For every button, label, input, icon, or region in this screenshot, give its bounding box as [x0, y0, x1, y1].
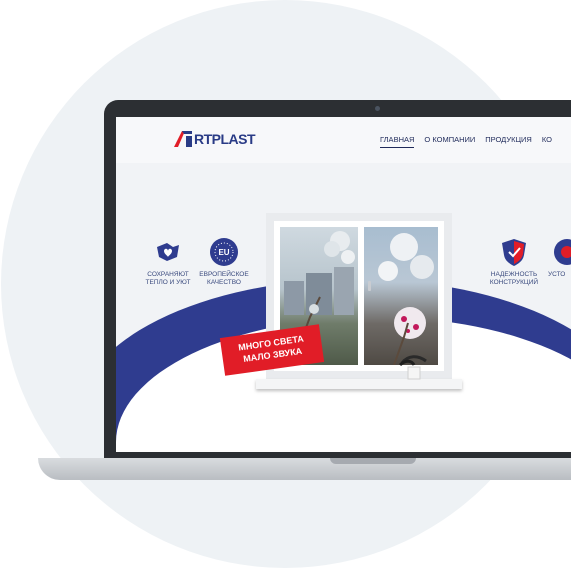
- eu-icon: EU: [209, 237, 239, 267]
- laptop-base: [38, 458, 571, 480]
- logo-text: RTPLAST: [194, 131, 256, 147]
- feature-eu-line2: КАЧЕСТВО: [207, 279, 241, 286]
- site-header: RTPLAST ГЛАВНАЯ О КОМПАНИИ ПРОДУКЦИЯ КО: [116, 117, 571, 163]
- nav-item-partial[interactable]: КО: [542, 135, 552, 148]
- window-mullion: [358, 227, 364, 365]
- feature-reliability: НАДЕЖНОСТЬ КОНСТРУКЦИЙ: [484, 237, 544, 287]
- window-handle-icon[interactable]: [368, 281, 371, 291]
- feature-reliability-line1: НАДЕЖНОСТЬ: [490, 271, 538, 278]
- feature-partial: УСТО: [548, 237, 571, 279]
- laptop-base-notch: [330, 458, 416, 464]
- feature-eu-quality: EU ЕВРОПЕЙСКОЕ КАЧЕСТВО: [194, 237, 254, 287]
- camera-icon: [375, 106, 380, 111]
- nav-item-about[interactable]: О КОМПАНИИ: [424, 135, 475, 148]
- laptop-lid: RTPLAST ГЛАВНАЯ О КОМПАНИИ ПРОДУКЦИЯ КО …: [104, 100, 571, 460]
- laptop-screen: RTPLAST ГЛАВНАЯ О КОМПАНИИ ПРОДУКЦИЯ КО …: [116, 117, 571, 452]
- feature-warmth-line2: ТЕПЛО И УЮТ: [145, 279, 191, 286]
- feature-warmth-line1: СОХРАНЯЮТ: [147, 271, 189, 278]
- logo-mark-icon: [172, 131, 194, 147]
- svg-text:EU: EU: [218, 248, 229, 257]
- hands-icon: [153, 237, 183, 267]
- shield-icon: [499, 237, 529, 267]
- orchid-pot-icon: [398, 355, 427, 380]
- partial-icon: [552, 237, 571, 267]
- feature-reliability-line2: КОНСТРУКЦИЙ: [489, 279, 539, 286]
- logo[interactable]: RTPLAST: [172, 131, 256, 147]
- feature-warmth: СОХРАНЯЮТ ТЕПЛО И УЮТ: [138, 237, 198, 287]
- nav-item-home[interactable]: ГЛАВНАЯ: [380, 135, 415, 148]
- main-nav: ГЛАВНАЯ О КОМПАНИИ ПРОДУКЦИЯ КО: [380, 135, 552, 148]
- nav-item-products[interactable]: ПРОДУКЦИЯ: [485, 135, 532, 148]
- feature-eu-line1: ЕВРОПЕЙСКОЕ: [199, 271, 249, 278]
- feature-partial-line1: УСТО: [548, 271, 566, 278]
